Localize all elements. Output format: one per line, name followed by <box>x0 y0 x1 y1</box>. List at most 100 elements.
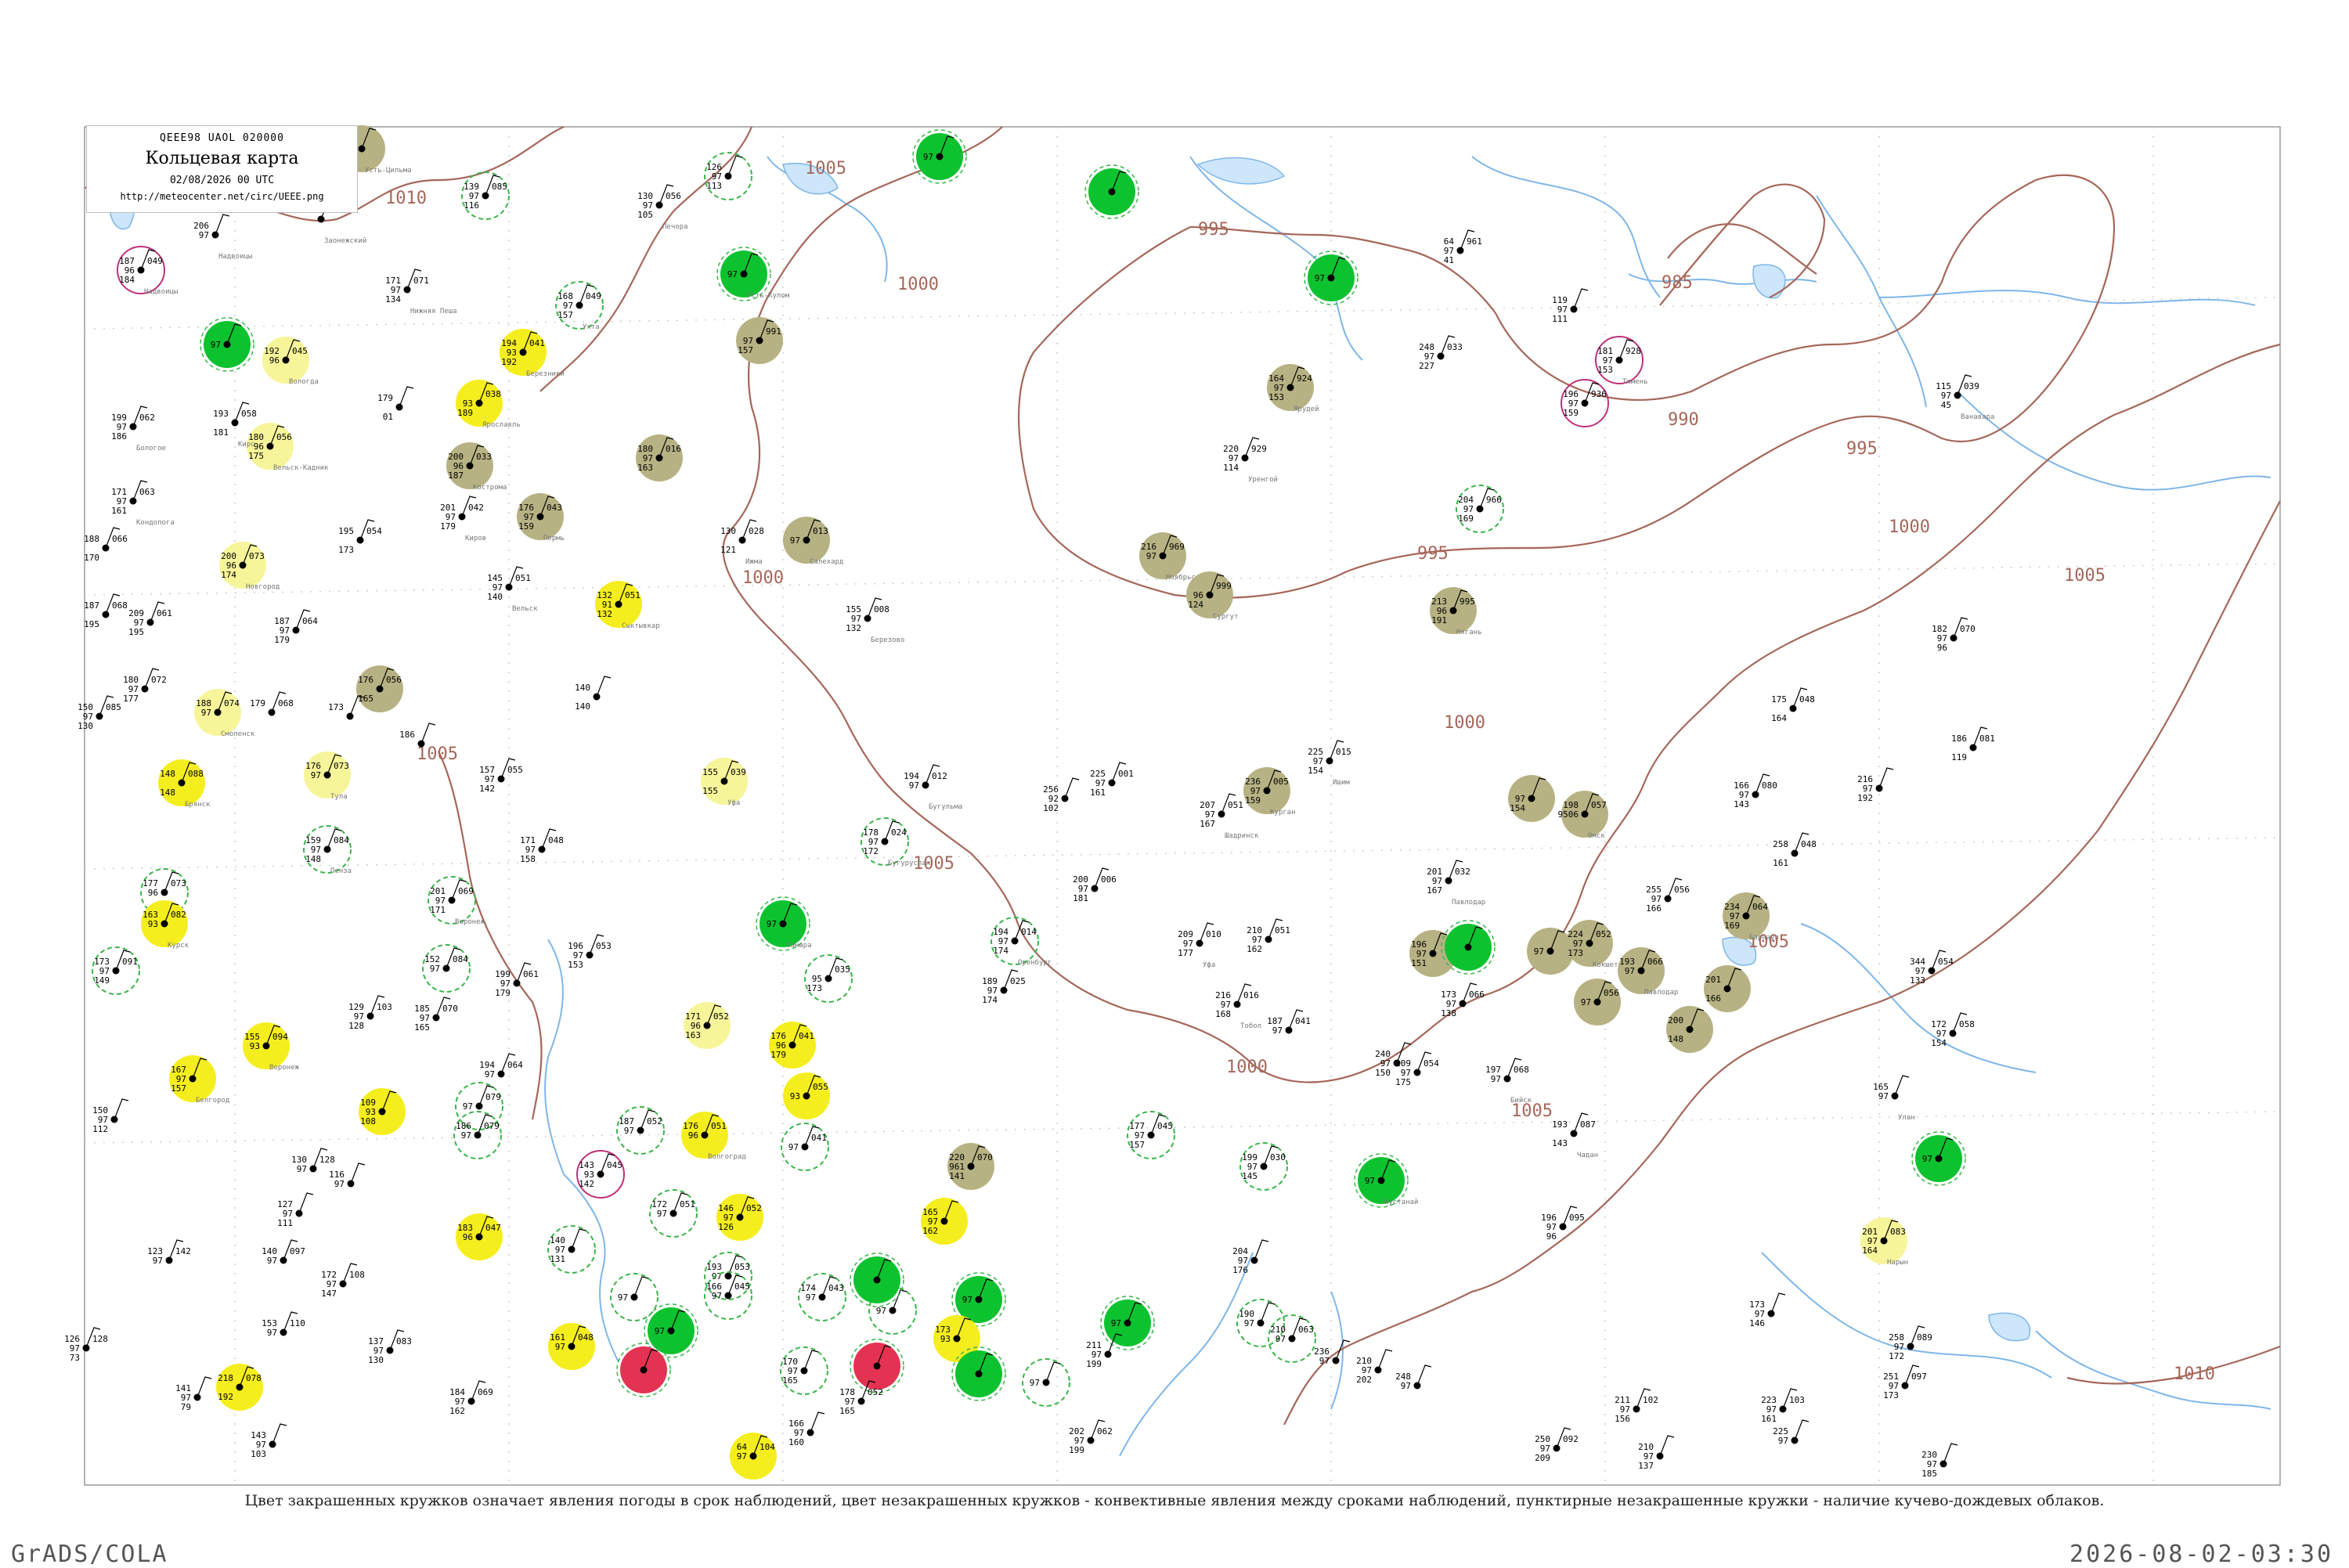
station-weather-code: 97 <box>1401 1381 1411 1391</box>
station-temp: 187 <box>84 600 99 611</box>
station-pressure: 039 <box>1964 381 1979 391</box>
station-dewpoint: 181 <box>1073 893 1088 903</box>
station-dewpoint: 121 <box>720 545 736 555</box>
station-name: Нягань <box>1456 629 1482 636</box>
station-plot[interactable]: 16197048 <box>548 1323 595 1370</box>
isobar-label: 995 <box>1417 544 1449 564</box>
station-weather-code: 97 <box>199 230 209 240</box>
station-pressure: 049 <box>586 291 601 301</box>
station-plot[interactable]: 97154 <box>1508 775 1555 822</box>
map-frame <box>84 126 2281 1486</box>
station-plot[interactable]: 17196052163 <box>684 1002 731 1049</box>
station-dewpoint: 209 <box>1535 1453 1550 1463</box>
station-plot[interactable]: 176 056 165 <box>356 665 403 712</box>
station-name: Кирс <box>238 441 255 449</box>
station-pressure: 025 <box>1010 976 1026 986</box>
station-plot[interactable]: 97 056 <box>1574 979 1621 1026</box>
station-name: Нижняя Пеша <box>410 308 457 315</box>
station-dewpoint: 191 <box>1431 615 1447 625</box>
station-name: Брянск <box>185 801 211 809</box>
station-pressure: 045 <box>1157 1121 1173 1131</box>
station-name: Надвоицы <box>144 288 178 296</box>
station-plot[interactable]: 6497104 <box>730 1433 777 1480</box>
station-plot[interactable]: 200 148 <box>1666 1006 1713 1053</box>
station-weather-code: 93 <box>250 1041 260 1051</box>
station-pressure: 048 <box>1799 694 1815 705</box>
station-pressure: 033 <box>1447 342 1463 352</box>
station-name: Сыктывкар <box>622 622 660 630</box>
station-temp: 148 <box>160 769 175 779</box>
station-dewpoint: 158 <box>520 854 536 864</box>
station-weather-code: 97 <box>1146 551 1156 561</box>
station-dewpoint: 174 <box>982 995 998 1005</box>
station-plot[interactable]: 201 166 <box>1704 965 1751 1012</box>
station-pressure: 071 <box>413 276 429 286</box>
station-pressure: 928 <box>1626 346 1641 356</box>
station-plot[interactable]: 17696041179 <box>769 1022 816 1069</box>
station-dewpoint: 108 <box>360 1116 376 1126</box>
station-plot[interactable]: 93 055 <box>783 1072 830 1119</box>
station-pressure: 028 <box>749 526 764 536</box>
station-pressure: 056 <box>386 675 402 685</box>
station-dewpoint: 143 <box>1734 799 1749 809</box>
station-dewpoint: 164 <box>1862 1245 1878 1256</box>
station-weather-code: 97 <box>727 269 738 279</box>
station-pressure: 056 <box>1674 885 1690 895</box>
station-pressure: 110 <box>290 1318 305 1328</box>
station-name: Бугуруслан <box>888 860 930 867</box>
station-dewpoint: 192 <box>218 1392 233 1402</box>
station-temp: 218 <box>218 1373 233 1383</box>
station-pressure: 073 <box>249 551 265 561</box>
station-dewpoint: 176 <box>1232 1265 1248 1275</box>
station-dewpoint: 199 <box>1069 1445 1084 1455</box>
station-pressure: 043 <box>828 1283 844 1293</box>
station-pressure: 045 <box>607 1160 622 1170</box>
station-pressure: 063 <box>139 487 155 497</box>
station-pressure: 049 <box>147 256 163 266</box>
station-name: Ухта <box>583 323 600 331</box>
station-weather-code: 97 <box>1272 1026 1283 1036</box>
station-pressure: 995 <box>1460 597 1475 607</box>
station-plot[interactable]: 220961070141 <box>947 1143 994 1190</box>
station-plot[interactable]: 97 <box>1527 928 1574 975</box>
station-dewpoint: 157 <box>557 310 573 320</box>
station-name: Ишим <box>1333 779 1350 787</box>
station-plot[interactable]: 97991157 <box>736 317 783 364</box>
station-plot[interactable]: 10993108 <box>359 1088 406 1135</box>
station-dewpoint: 173 <box>338 545 354 555</box>
station-plot[interactable]: 18396047 <box>456 1213 503 1260</box>
station-weather-code: 93 <box>148 919 158 929</box>
station-pressure: 052 <box>647 1116 662 1126</box>
station-dewpoint: 199 <box>1086 1359 1102 1369</box>
station-weather-code: 97 <box>485 1069 495 1080</box>
station-name: Бологое <box>136 445 166 452</box>
station-pressure: 041 <box>529 338 545 348</box>
station-dewpoint: 113 <box>706 181 722 191</box>
station-pressure: 045 <box>734 1281 750 1292</box>
station-pressure: 056 <box>276 432 292 442</box>
station-weather-code: 97 <box>461 1130 471 1141</box>
station-dewpoint: 151 <box>1411 958 1427 968</box>
station-temp: 258 <box>1773 839 1788 849</box>
station-plot[interactable]: 14697052126 <box>716 1194 763 1241</box>
station-dewpoint: 142 <box>579 1179 594 1189</box>
station-pressure: 070 <box>442 1004 458 1014</box>
station-name: Павлодар <box>1644 989 1678 997</box>
isobar-label: 1005 <box>417 744 458 764</box>
station-temp: 179 <box>377 393 393 403</box>
station-plot[interactable]: 218 078 192 <box>216 1364 263 1411</box>
station-pressure: 033 <box>476 452 492 462</box>
station-dewpoint: 173 <box>806 983 822 993</box>
station-weather-code: 97 <box>1111 1318 1121 1328</box>
station-pressure: 089 <box>1917 1332 1932 1343</box>
station-name: Сургут <box>1213 613 1239 621</box>
station-plot[interactable]: 18097016163 <box>636 434 683 481</box>
station-dewpoint: 148 <box>160 788 175 798</box>
station-dewpoint: 165 <box>414 1022 430 1033</box>
station-plot[interactable]: 16597162 <box>921 1198 968 1245</box>
station-dewpoint: 163 <box>637 463 653 473</box>
station-temp: 186 <box>399 730 415 740</box>
station-pressure: 006 <box>1101 874 1117 885</box>
station-weather-code: 97 <box>1922 1154 1932 1164</box>
station-name: Оренбург <box>1018 958 1052 967</box>
